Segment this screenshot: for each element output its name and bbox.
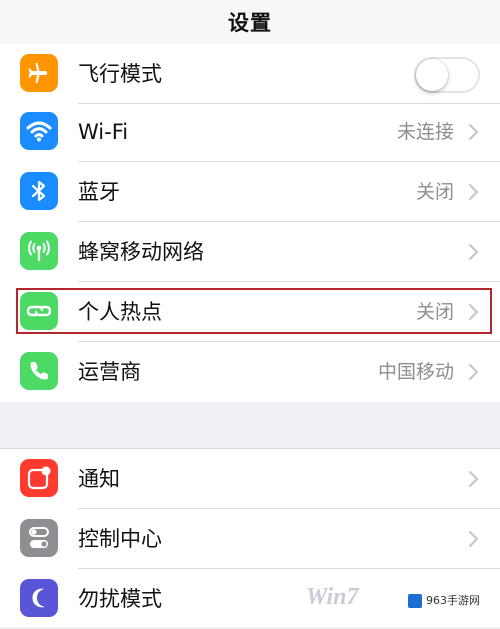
phone-icon xyxy=(20,352,58,390)
settings-row-cellular[interactable]: 蜂窝移动网络 xyxy=(0,222,500,282)
nav-bar: 设置 xyxy=(0,0,500,45)
settings-row-carrier[interactable]: 运营商 中国移动 xyxy=(0,342,500,402)
settings-row-control-center[interactable]: 控制中心 xyxy=(0,509,500,569)
settings-row-label: Wi-Fi xyxy=(78,120,129,144)
watermark-brand: Win7 xyxy=(306,584,359,610)
chevron-right-icon xyxy=(468,303,479,321)
settings-row-value: 关闭 xyxy=(415,181,454,203)
wifi-icon xyxy=(20,112,58,150)
settings-row-hotspot[interactable]: 个人热点 关闭 xyxy=(0,282,500,342)
control-center-icon xyxy=(20,519,58,557)
airplane-icon xyxy=(20,54,58,92)
settings-row-label: 通知 xyxy=(78,467,120,491)
bluetooth-icon xyxy=(20,172,58,210)
cellular-icon xyxy=(20,232,58,270)
watermark-site: 963手游网 xyxy=(426,594,480,607)
hotspot-icon xyxy=(20,292,58,330)
chevron-right-icon xyxy=(468,183,479,201)
chevron-right-icon xyxy=(468,363,479,381)
settings-row-notifications[interactable]: 通知 xyxy=(0,449,500,509)
settings-group-connectivity: 飞行模式 Wi-Fi 未连接 蓝牙 关闭 蜂窝移动网络 个人热点 关闭 运营商 … xyxy=(0,44,500,402)
settings-row-label: 蓝牙 xyxy=(78,180,120,204)
settings-row-label: 个人热点 xyxy=(78,300,162,324)
notifications-icon xyxy=(20,459,58,497)
chevron-right-icon xyxy=(468,470,479,488)
chevron-right-icon xyxy=(468,123,479,141)
settings-row-airplane[interactable]: 飞行模式 xyxy=(0,44,500,104)
settings-row-label: 勿扰模式 xyxy=(78,587,162,611)
settings-row-label: 运营商 xyxy=(78,360,141,384)
chevron-right-icon xyxy=(468,530,479,548)
settings-row-value: 未连接 xyxy=(396,121,454,143)
toggle-knob xyxy=(416,59,448,91)
watermark: Win7 963手游网 xyxy=(300,580,500,626)
settings-row-value: 关闭 xyxy=(415,301,454,323)
settings-row-label: 蜂窝移动网络 xyxy=(78,240,204,264)
settings-row-bluetooth[interactable]: 蓝牙 关闭 xyxy=(0,162,500,222)
settings-row-wifi[interactable]: Wi-Fi 未连接 xyxy=(0,102,500,162)
page-title: 设置 xyxy=(228,11,272,35)
watermark-logo-icon xyxy=(408,594,422,608)
settings-row-value: 中国移动 xyxy=(377,361,454,383)
moon-icon xyxy=(20,579,58,617)
settings-row-label: 飞行模式 xyxy=(78,62,162,86)
airplane-mode-toggle[interactable] xyxy=(414,57,480,93)
settings-row-label: 控制中心 xyxy=(78,527,162,551)
chevron-right-icon xyxy=(468,243,479,261)
